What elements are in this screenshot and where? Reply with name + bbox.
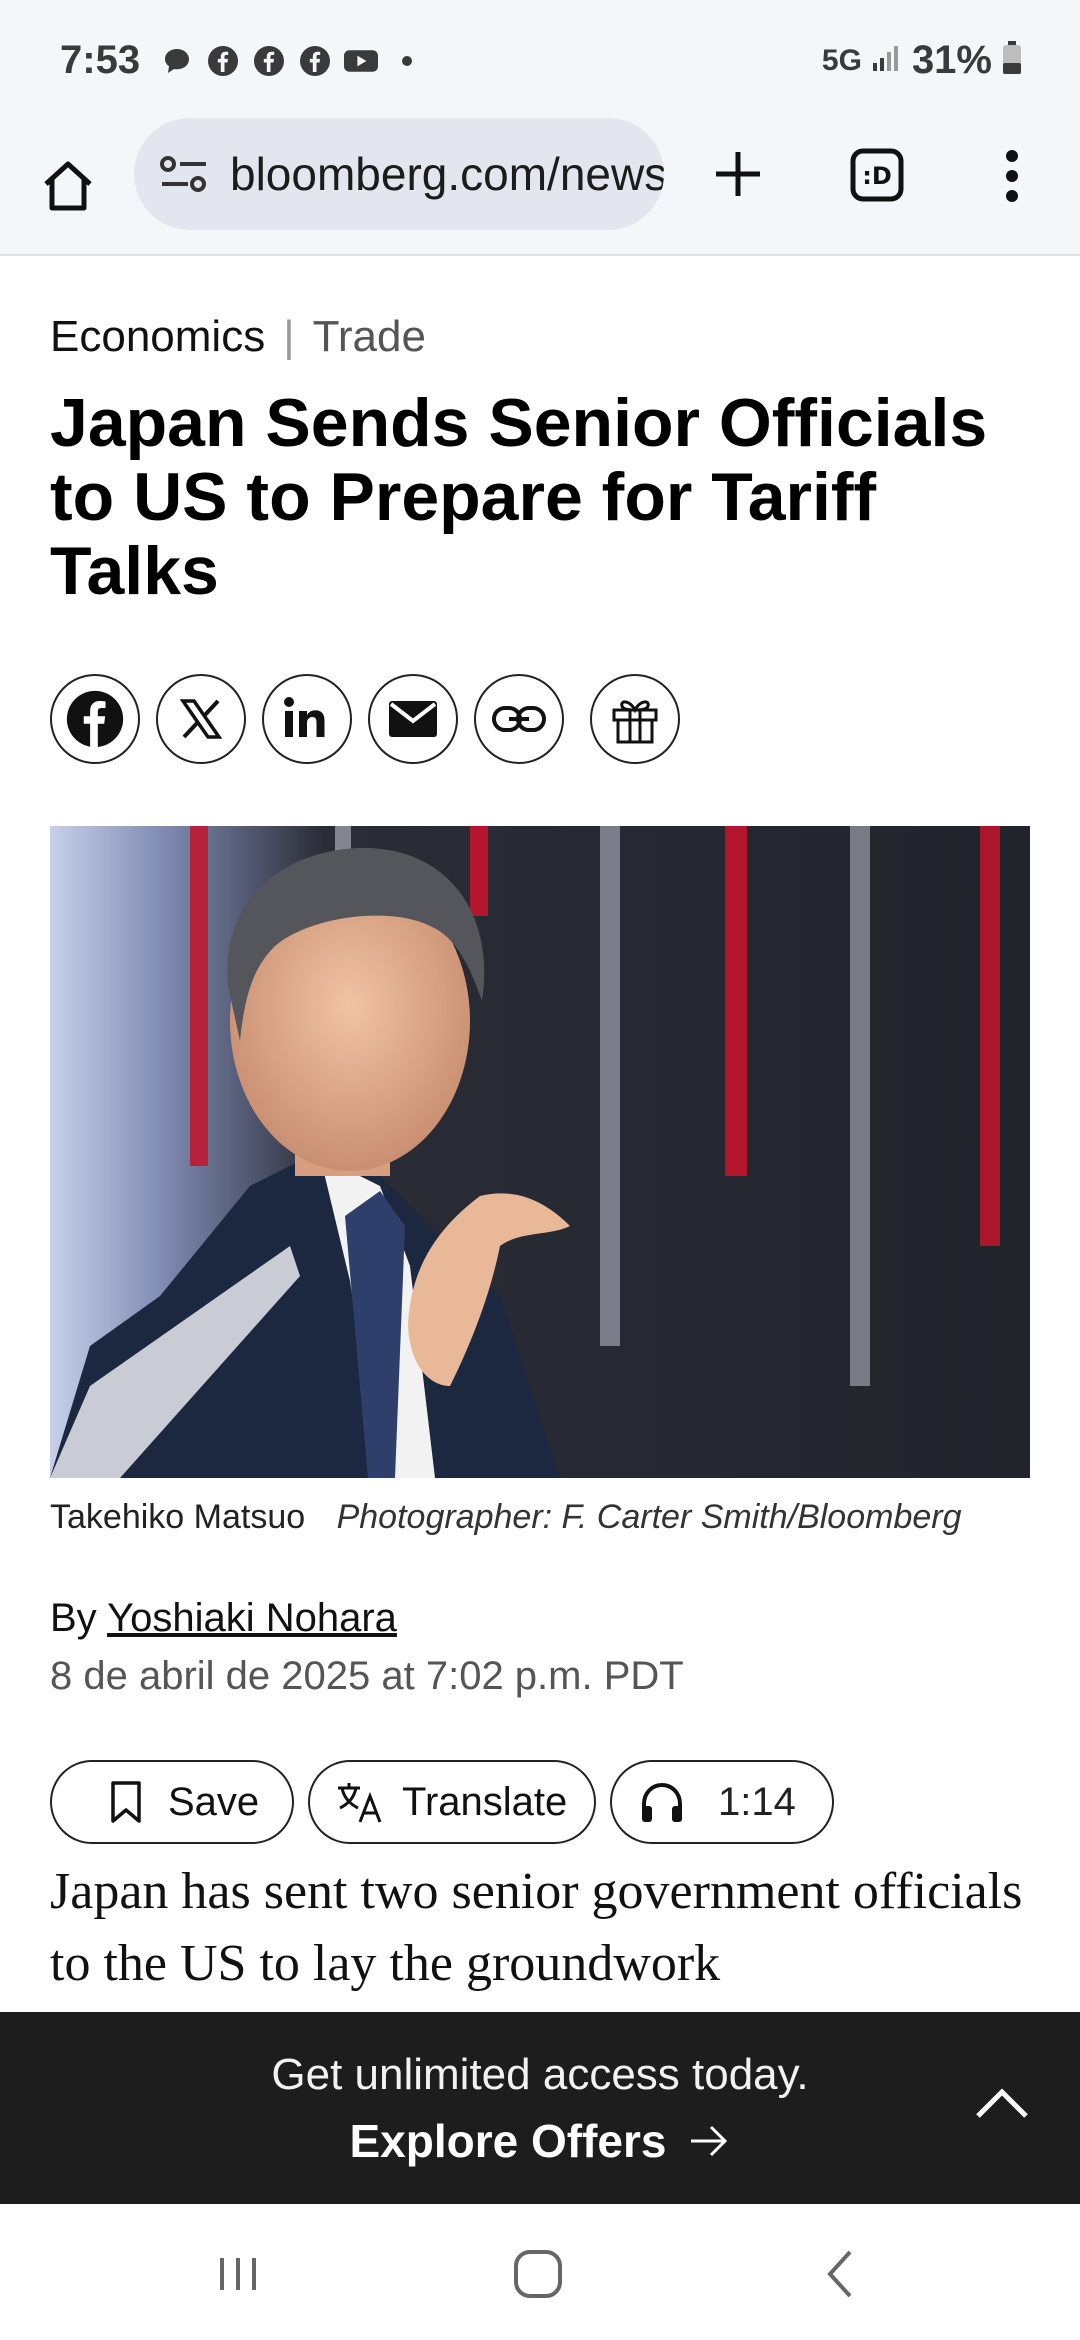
publish-date: 8 de abril de 2025 at 7:02 p.m. PDT [50, 1654, 684, 1698]
breadcrumb-section[interactable]: Economics [50, 312, 265, 362]
gift-article-button[interactable] [590, 674, 680, 764]
network-label: 5G [821, 43, 862, 77]
more-vert-icon [1006, 150, 1018, 202]
notification-icons [160, 44, 424, 78]
translate-label: Translate [402, 1779, 568, 1824]
facebook-icon [298, 44, 332, 78]
url-bar[interactable]: bloomberg.com/news/articles/japan-sends-… [134, 118, 664, 230]
translate-icon [336, 1778, 384, 1826]
offer-title: Get unlimited access today. [271, 2050, 809, 2099]
browser-toolbar: bloomberg.com/news/articles/japan-sends-… [0, 118, 1080, 256]
share-email-button[interactable] [368, 674, 458, 764]
photo-caption: Takehiko Matsuo Photographer: F. Carter … [50, 1498, 962, 1537]
caption-credit: Photographer: F. Carter Smith/Bloomberg [336, 1498, 962, 1536]
plus-icon [716, 152, 760, 196]
byline: By Yoshiaki Nohara [50, 1596, 397, 1641]
headphones-icon [638, 1778, 686, 1826]
url-text: bloomberg.com/news/articles/japan-sends-… [230, 148, 664, 200]
breadcrumb: Economics | Trade [50, 312, 426, 362]
home-icon [44, 161, 92, 211]
copy-link-button[interactable] [474, 674, 564, 764]
bookmark-icon [102, 1778, 150, 1826]
status-right: 5G 31% [822, 38, 1022, 83]
breadcrumb-separator: | [283, 312, 295, 361]
share-buttons [50, 674, 680, 764]
email-icon [389, 701, 437, 737]
browser-menu-button[interactable] [990, 144, 1034, 208]
signal-icon [872, 43, 902, 78]
share-facebook-button[interactable] [50, 674, 140, 764]
status-bar: 7:53 5G 31% [0, 0, 1080, 118]
article-headline: Japan Sends Senior Officials to US to Pr… [50, 385, 988, 609]
svg-text::D: :D [862, 162, 892, 190]
author-link[interactable]: Yoshiaki Nohara [107, 1596, 397, 1640]
tab-switcher-button[interactable]: :D [850, 148, 904, 202]
hero-photo[interactable] [50, 826, 1030, 1478]
facebook-icon [66, 690, 124, 748]
translate-button[interactable]: Translate [308, 1760, 596, 1844]
tab-switcher-icon: :D [850, 148, 904, 202]
new-tab-button[interactable] [706, 142, 770, 206]
share-x-button[interactable] [156, 674, 246, 764]
status-time: 7:53 [60, 38, 141, 82]
battery-percent: 31% [911, 38, 992, 82]
chevron-up-icon[interactable] [972, 2082, 1032, 2122]
facebook-icon [206, 44, 240, 78]
article-actions: Save Translate 1:14 [50, 1760, 834, 1844]
home-button[interactable] [36, 154, 100, 218]
save-label: Save [168, 1779, 260, 1824]
breadcrumb-subsection[interactable]: Trade [313, 312, 426, 362]
back-icon[interactable] [812, 2244, 872, 2304]
subscription-banner[interactable]: Get unlimited access today. Explore Offe… [0, 2012, 1080, 2204]
linkedin-icon [284, 697, 325, 737]
save-button[interactable]: Save [50, 1760, 294, 1844]
hero-photo-illustration [50, 826, 1030, 1478]
page: 7:53 5G 31% bloomberg.com/news:D Econom… [0, 0, 1080, 2340]
chat-icon [160, 44, 194, 78]
caption-name: Takehiko Matsuo [50, 1498, 306, 1536]
gift-icon [612, 700, 658, 744]
x-icon [179, 699, 223, 739]
link-icon [492, 706, 546, 732]
system-nav-bar [0, 2204, 1080, 2340]
site-settings-icon[interactable] [158, 154, 210, 194]
explore-offers-label: Explore Offers [349, 2115, 667, 2167]
dot-icon [390, 44, 424, 78]
battery-icon [1002, 41, 1022, 80]
recent-apps-icon[interactable] [208, 2244, 268, 2304]
article-body: Japan has sent two senior government off… [50, 1863, 1023, 1992]
arrow-right-icon [690, 2125, 727, 2157]
explore-offers-link[interactable]: Explore Offers [0, 2114, 1080, 2168]
facebook-icon [252, 44, 286, 78]
listen-duration: 1:14 [718, 1779, 796, 1824]
listen-button[interactable]: 1:14 [610, 1760, 834, 1844]
youtube-icon [344, 44, 378, 78]
byline-prefix: By [50, 1596, 97, 1640]
home-nav-icon[interactable] [508, 2244, 568, 2304]
share-linkedin-button[interactable] [262, 674, 352, 764]
